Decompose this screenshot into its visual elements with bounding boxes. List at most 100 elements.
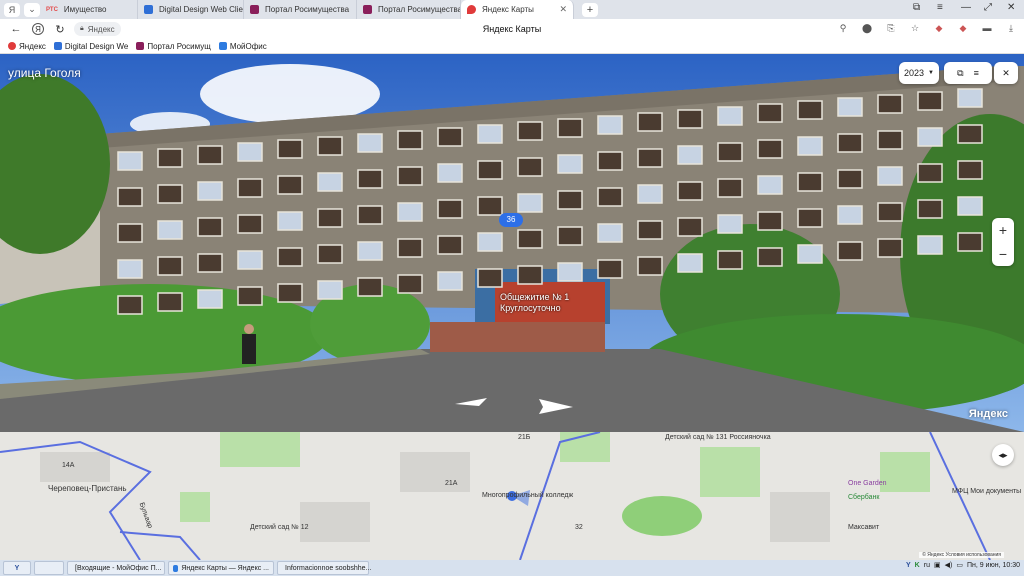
zoom-in-button[interactable]: + — [992, 218, 1014, 242]
tabs-dropdown-button[interactable]: ⌄ — [24, 2, 40, 17]
yandex-icon[interactable]: Я — [32, 23, 44, 35]
mini-map[interactable]: Череповец-Пристань Многопрофильный колле… — [0, 432, 1024, 560]
window — [677, 181, 703, 201]
navigation-arrows — [455, 398, 573, 414]
window — [157, 148, 183, 168]
arrow-left-icon[interactable] — [455, 398, 487, 406]
window — [157, 184, 183, 204]
task-yandex-maps[interactable]: Яндекс Карты — Яндекс ... — [168, 561, 274, 575]
battery-icon[interactable]: ▭ — [956, 561, 963, 569]
bookmark-icon[interactable]: ☆ — [908, 21, 922, 35]
window — [677, 253, 703, 273]
map-label-maxavit[interactable]: Максавит — [848, 524, 879, 531]
back-icon[interactable]: ← — [8, 23, 24, 35]
map-label-mfc[interactable]: МФЦ Мои документы — [952, 488, 1021, 495]
window — [597, 259, 623, 279]
extension-icon-3[interactable]: ▬ — [980, 21, 994, 35]
reload-icon[interactable]: ↻ — [52, 23, 68, 36]
window — [357, 205, 383, 225]
extension-icon-2[interactable]: ◆ — [956, 21, 970, 35]
menu-icon[interactable]: ≡ — [937, 2, 943, 13]
map-label-sber[interactable]: Сбербанк — [848, 494, 879, 501]
window — [557, 118, 583, 138]
window — [757, 211, 783, 231]
window — [677, 217, 703, 237]
task-info[interactable]: Informacionnoe soobshhe... — [277, 561, 371, 575]
k-tray-icon[interactable]: K — [915, 562, 920, 569]
house-number-badge[interactable]: 36 — [499, 213, 523, 227]
close-window-icon[interactable]: ✕ — [1007, 2, 1015, 13]
window — [237, 142, 263, 162]
bookmark-digital-design[interactable]: Digital Design We — [53, 42, 128, 51]
window — [357, 133, 383, 153]
tab-imushchestvo[interactable]: РТС Имущество — [40, 0, 138, 19]
myoffice-icon — [218, 42, 227, 50]
new-tab-button[interactable]: + — [582, 2, 598, 17]
desktop-button[interactable] — [34, 561, 64, 575]
window — [277, 139, 303, 159]
dropdown-label: ⌄ — [28, 4, 36, 14]
expand-map-button[interactable]: ◂▸ — [992, 444, 1014, 466]
bookmark-label: Яндекс — [19, 41, 46, 51]
map-label-pristan: Череповец-Пристань — [48, 484, 127, 493]
window — [517, 121, 543, 141]
tab-digital-design[interactable]: Digital Design Web Client — [138, 0, 244, 19]
window — [717, 106, 743, 126]
maximize-icon[interactable]: ⤢ — [984, 2, 992, 13]
open-external-icon[interactable]: ⧉ — [957, 68, 963, 79]
task-label: Яндекс Карты — Яндекс ... — [181, 564, 269, 572]
translate-icon[interactable]: ⚲ — [836, 21, 850, 35]
window — [117, 295, 143, 315]
minimize-icon[interactable]: — — [961, 2, 971, 13]
window — [237, 286, 263, 306]
zoom-out-button[interactable]: − — [992, 242, 1014, 266]
close-panorama-button[interactable]: ✕ — [994, 62, 1018, 84]
clock[interactable]: Пн, 9 июн, 10:30 — [967, 562, 1020, 569]
start-button[interactable]: Y — [3, 561, 31, 575]
year-select[interactable]: 2023 ▼ — [899, 62, 939, 84]
menu-icon[interactable]: ≡ — [974, 68, 979, 78]
address-field[interactable]: 🔒︎ Яндекс — [74, 22, 121, 36]
yandex-logo-icon — [8, 42, 16, 50]
street-panorama[interactable]: улица Гоголя 36 Общежитие № 1 Круглосуто… — [0, 54, 1024, 432]
window — [757, 247, 783, 267]
volume-icon[interactable]: ◀) — [945, 561, 953, 569]
bookmarks-bar: Яндекс Digital Design We Портал Росимущ … — [0, 39, 1024, 54]
share-icon[interactable]: ⎘ — [884, 21, 898, 35]
window — [157, 220, 183, 240]
window — [637, 256, 663, 276]
close-tab-icon[interactable]: ✕ — [559, 4, 567, 15]
language-indicator[interactable]: ru — [924, 562, 930, 569]
downloads-icon[interactable]: ⤓ — [1004, 21, 1018, 35]
toolbar-icons: ⚲ ⬤ ⎘ ☆ ◆ ◆ ▬ ⤓ — [836, 21, 1018, 35]
bookmark-portal[interactable]: Портал Росимущ — [136, 42, 211, 51]
window — [637, 112, 663, 132]
location-icon[interactable]: ⬤ — [860, 21, 874, 35]
collections-icon[interactable]: ⧉ — [913, 2, 920, 13]
map-copyright[interactable]: © Яндекс Условия использования — [919, 552, 1004, 558]
task-myoffice[interactable]: [Входящие - МойОфис П... — [67, 561, 165, 575]
bookmark-yandex[interactable]: Яндекс — [8, 42, 46, 51]
window — [717, 214, 743, 234]
window — [837, 133, 863, 153]
rosimushchestvo-icon — [363, 5, 372, 14]
window — [477, 124, 503, 144]
window — [677, 109, 703, 129]
tab-portal-2[interactable]: Портал Росимущества — [357, 0, 461, 19]
yandex-logo: Яндекс — [968, 408, 1008, 420]
tab-strip: Я ⌄ РТС Имущество Digital Design Web Cli… — [0, 0, 1024, 19]
yandex-tray-icon[interactable]: Y — [906, 562, 911, 569]
bookmark-myoffice[interactable]: МойОфис — [218, 42, 267, 51]
network-icon[interactable]: ▣ — [934, 561, 941, 569]
window — [197, 289, 223, 309]
rosimushchestvo-icon — [136, 42, 145, 50]
extension-icon-1[interactable]: ◆ — [932, 21, 946, 35]
yandex-browser-icon — [173, 564, 179, 572]
profile-button[interactable]: Я — [4, 2, 20, 17]
map-label-one-garden[interactable]: One Garden — [848, 480, 887, 487]
tab-portal-1[interactable]: Портал Росимущества — [244, 0, 357, 19]
arrow-right-icon[interactable] — [539, 399, 573, 414]
tab-yandex-maps[interactable]: Яндекс Карты ✕ — [461, 0, 574, 19]
window — [277, 211, 303, 231]
window — [197, 145, 223, 165]
